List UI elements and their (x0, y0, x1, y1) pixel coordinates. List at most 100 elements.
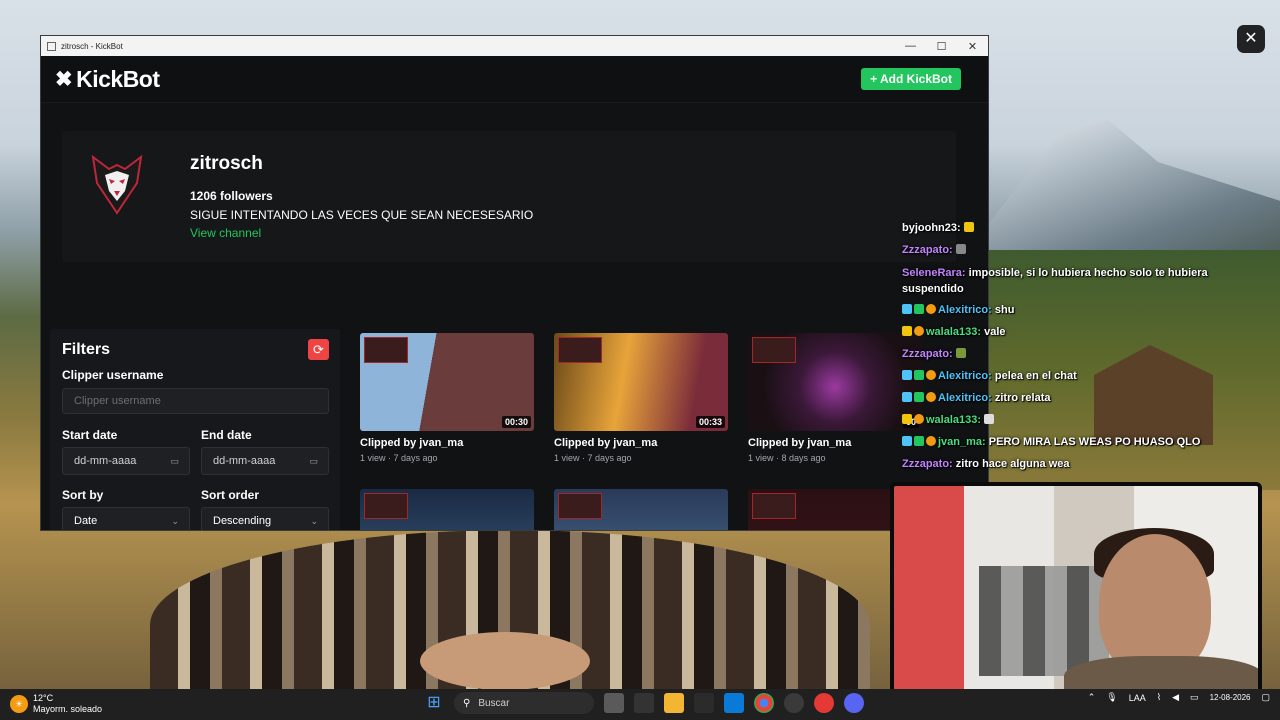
chat-text: zitro relata (994, 392, 1051, 404)
sort-order-label: Sort order (201, 488, 260, 502)
kickbot-logo[interactable]: ✖ KickBot (55, 66, 160, 93)
clip-meta: 1 view · 7 days ago (360, 453, 438, 463)
sword-badge-icon (902, 436, 912, 446)
overlay-close-button[interactable]: ✕ (1237, 25, 1265, 53)
taskbar-search[interactable]: ⚲ Buscar (454, 692, 594, 714)
search-icon: ⚲ (463, 697, 471, 709)
volume-icon[interactable]: ◀ (1172, 692, 1179, 703)
coin-badge-icon (926, 436, 936, 446)
clip-thumbnail[interactable]: 00:33 (554, 333, 728, 431)
app-icon[interactable] (694, 693, 714, 713)
facecam-thumb (558, 337, 602, 363)
sub-badge-icon (914, 370, 924, 380)
chat-username: Zzzapato: (902, 458, 953, 470)
chat-message: Alexitrico: shu (902, 304, 1014, 316)
clip-thumbnail[interactable]: 00:30 (360, 333, 534, 431)
discord-icon[interactable] (844, 693, 864, 713)
clip-card[interactable] (554, 489, 728, 530)
webcam-streamer (1099, 534, 1211, 674)
chat-message: walala133: vale (902, 326, 1006, 338)
sort-order-value: Descending (213, 515, 272, 527)
notification-icon[interactable]: ▢ (1261, 692, 1270, 703)
app-header: ✖ KickBot + Add KickBot (41, 56, 988, 103)
kickbot-logo-icon: ✖ (55, 67, 73, 91)
coin-badge-icon (926, 304, 936, 314)
follower-count: 1206 followers (190, 189, 273, 203)
window-close-button[interactable]: ✕ (957, 40, 988, 53)
sort-order-select[interactable]: Descending ⌄ (201, 507, 329, 530)
date: 12-08-2026 (1209, 693, 1251, 702)
chrome-icon[interactable] (754, 693, 774, 713)
clipper-label: Clipper username (62, 368, 164, 382)
view-channel-link[interactable]: View channel (190, 226, 261, 240)
store-icon[interactable] (724, 693, 744, 713)
chat-username: Alexitrico: (938, 370, 992, 382)
clipper-username-input[interactable]: Clipper username (62, 388, 329, 414)
clip-title[interactable]: Clipped by jvan_ma (554, 437, 728, 449)
add-kickbot-button[interactable]: + Add KickBot (861, 68, 961, 90)
clip-card[interactable] (360, 489, 534, 530)
app-icon[interactable] (634, 693, 654, 713)
chat-username: walala133: (926, 414, 982, 426)
facecam-thumb (752, 493, 796, 519)
chat-message: Alexitrico: pelea en el chat (902, 370, 1077, 382)
chat-message: jvan_ma: PERO MIRA LAS WEAS PO HUASO QLO (902, 436, 1200, 448)
app-icon (47, 41, 56, 51)
clip-card[interactable]: 00:33 Clipped by jvan_ma 1 view · 7 days… (554, 333, 728, 463)
clock[interactable]: 12-08-2026 (1210, 693, 1251, 702)
calendar-icon[interactable]: ▭ (309, 456, 318, 467)
emote-icon (955, 348, 966, 358)
language-indicator[interactable]: LAA (1129, 693, 1146, 703)
window-titlebar[interactable]: zitrosch - KickBot — ☐ ✕ (41, 36, 988, 56)
crown-badge-icon (902, 414, 912, 424)
kickbot-window: zitrosch - KickBot — ☐ ✕ ✖ KickBot + Add… (40, 35, 989, 531)
obs-icon[interactable] (784, 693, 804, 713)
sort-by-select[interactable]: Date ⌄ (62, 507, 190, 530)
emote-icon (955, 244, 966, 254)
chat-message: Zzzapato: (902, 348, 968, 360)
chat-message: walala133: (902, 414, 996, 426)
sub-badge-icon (914, 436, 924, 446)
wolf-logo-icon (91, 154, 143, 215)
chevron-up-icon[interactable]: ⌃ (1088, 692, 1096, 703)
weather-widget[interactable]: ☀ 12°C Mayorm. soleado (10, 693, 102, 715)
sword-badge-icon (902, 370, 912, 380)
clip-thumbnail[interactable] (554, 489, 728, 530)
task-view-icon[interactable] (604, 693, 624, 713)
chevron-down-icon: ⌄ (171, 515, 179, 526)
weather-sun-icon: ☀ (10, 695, 28, 713)
maximize-button[interactable]: ☐ (926, 40, 957, 53)
windows-start-icon[interactable]: ⊞ (424, 693, 444, 713)
chat-message: Zzzapato: zitro hace alguna wea (902, 458, 1070, 470)
sword-badge-icon (902, 392, 912, 402)
start-date-input[interactable]: dd-mm-aaaa ▭ (62, 447, 190, 475)
network-icon[interactable]: ⌇ (1157, 692, 1161, 703)
temperature: 12°C (33, 693, 54, 703)
clip-title[interactable]: Clipped by jvan_ma (360, 437, 534, 449)
clip-thumbnail[interactable] (360, 489, 534, 530)
clip-card[interactable]: 00:30 Clipped by jvan_ma 1 view · 7 days… (360, 333, 534, 463)
calendar-icon[interactable]: ▭ (170, 456, 179, 467)
battery-icon[interactable]: ▭ (1190, 692, 1199, 703)
chat-username: byjoohn23: (902, 222, 961, 234)
coin-badge-icon (914, 414, 924, 424)
weather-status: Mayorm. soleado (33, 704, 103, 714)
end-date-input[interactable]: dd-mm-aaaa ▭ (201, 447, 329, 475)
sort-by-value: Date (74, 515, 98, 527)
sub-badge-icon (914, 304, 924, 314)
sort-by-label: Sort by (62, 488, 104, 502)
clips-grid: 00:30 Clipped by jvan_ma 1 view · 7 days… (360, 333, 922, 530)
crown-badge-icon (902, 326, 912, 336)
stream-chat-overlay: byjoohn23: Zzzapato: SeleneRara: imposib… (890, 205, 1250, 475)
coin-badge-icon (926, 392, 936, 402)
file-explorer-icon[interactable] (664, 693, 684, 713)
clip-duration: 00:30 (501, 416, 531, 428)
app-icon[interactable] (814, 693, 834, 713)
chat-text: PERO MIRA LAS WEAS PO HUASO QLO (988, 436, 1201, 448)
webcam-couch (979, 566, 1109, 676)
emote-icon (984, 414, 995, 424)
reset-filters-button[interactable]: ⟳ (308, 339, 329, 360)
chat-message: Alexitrico: zitro relata (902, 392, 1051, 404)
microphone-icon[interactable]: 🎙 (1106, 692, 1117, 703)
minimize-button[interactable]: — (895, 40, 926, 53)
